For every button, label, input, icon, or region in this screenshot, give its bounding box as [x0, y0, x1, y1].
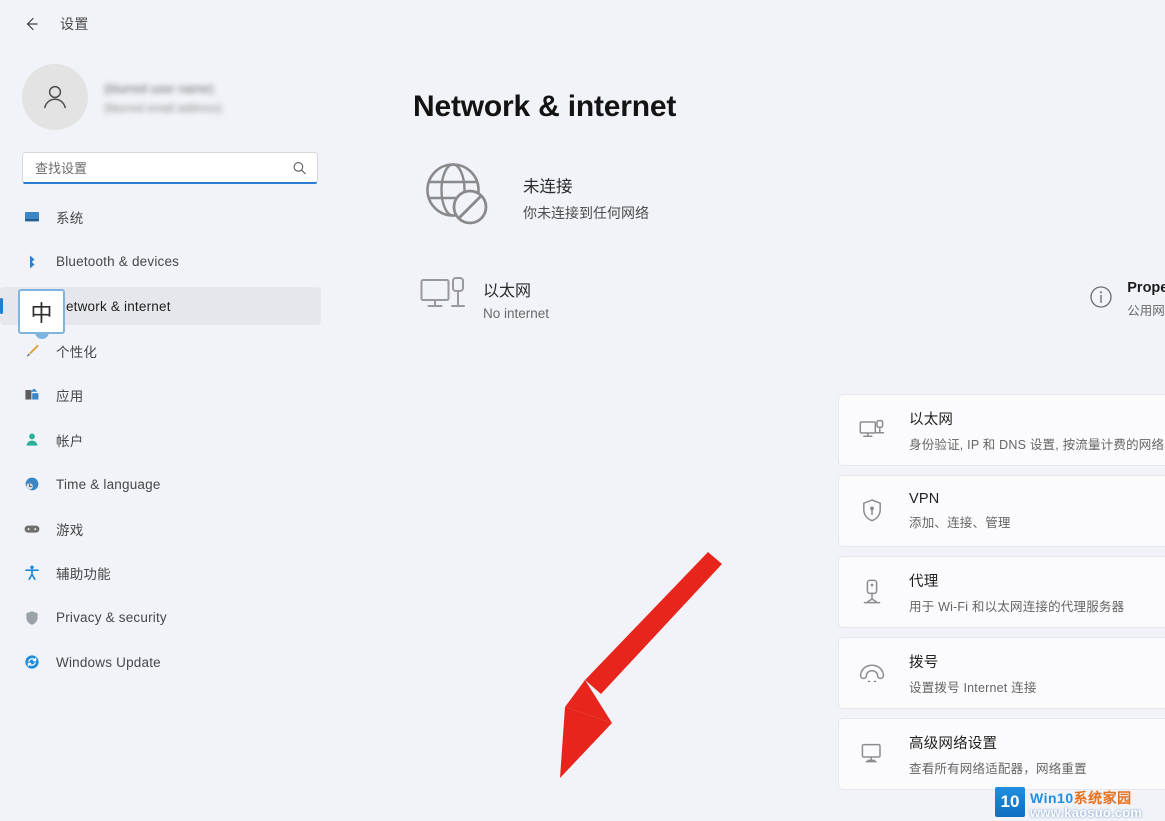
watermark-text: Win10系统家园 www.kaosuo.com: [1030, 785, 1142, 820]
vpn-shield-icon: [857, 498, 887, 524]
account-email: (blurred email address): [104, 102, 223, 115]
ethernet-summary-row[interactable]: 以太网 No internet Properties 公用网络: [419, 263, 1165, 335]
card-proxy[interactable]: 代理 用于 Wi-Fi 和以太网连接的代理服务器: [838, 556, 1165, 628]
card-ethernet[interactable]: 以太网 身份验证, IP 和 DNS 设置, 按流量计费的网络: [838, 394, 1165, 466]
card-subtitle: 用于 Wi-Fi 和以太网连接的代理服务器: [909, 599, 1125, 614]
sidebar-nav: 系统 Bluetooth & devices Network & interne…: [0, 198, 345, 681]
sidebar-item-label: 应用: [56, 389, 84, 404]
card-title: 代理: [909, 573, 939, 590]
system-monitor-icon: [22, 207, 42, 227]
sidebar-item-time-language[interactable]: Time & language: [0, 465, 321, 503]
account-text: (blurred user name) (blurred email addre…: [104, 80, 222, 115]
properties-text: Properties 公用网络: [1127, 280, 1165, 319]
search-glyph: [293, 162, 306, 175]
card-subtitle: 查看所有网络适配器，网络重置: [909, 761, 1087, 776]
dialup-phone-icon: [857, 662, 887, 684]
sidebar-item-windows-update[interactable]: Windows Update: [0, 643, 321, 681]
personalization-brush-icon: [22, 341, 42, 361]
card-subtitle: 身份验证, IP 和 DNS 设置, 按流量计费的网络: [909, 437, 1165, 452]
connection-status: 未连接 你未连接到任何网络: [419, 156, 1165, 239]
sidebar-item-gaming[interactable]: 游戏: [0, 510, 321, 548]
app-title: 设置: [60, 16, 89, 32]
back-button[interactable]: [16, 9, 46, 39]
ethernet-summary-title: 以太网: [483, 283, 532, 300]
card-title: 高级网络设置: [909, 735, 998, 752]
card-subtitle: 设置拨号 Internet 连接: [909, 680, 1037, 695]
sidebar: (blurred user name) (blurred email addre…: [0, 48, 345, 821]
card-text: 代理 用于 Wi-Fi 和以太网连接的代理服务器: [909, 570, 1124, 615]
sidebar-item-accounts[interactable]: 帐户: [0, 421, 321, 459]
sidebar-item-label: 系统: [56, 211, 84, 226]
card-advanced-network-settings[interactable]: 高级网络设置 查看所有网络适配器，网络重置: [838, 718, 1165, 790]
card-text: VPN 添加、连接、管理: [909, 491, 1011, 531]
sidebar-item-label: Time & language: [56, 476, 161, 492]
back-arrow-icon: [26, 17, 38, 31]
card-text: 高级网络设置 查看所有网络适配器，网络重置: [909, 732, 1087, 777]
card-vpn[interactable]: VPN 添加、连接、管理: [838, 475, 1165, 547]
account-header[interactable]: (blurred user name) (blurred email addre…: [0, 54, 345, 134]
network-type-label: 公用网络: [1127, 303, 1165, 318]
ethernet-monitor-icon: [857, 418, 887, 442]
windows-update-refresh-icon: [22, 652, 42, 672]
info-circle-icon: [1089, 285, 1113, 314]
watermark-logo: 10: [995, 787, 1025, 817]
page-title: Network & internet: [413, 90, 677, 123]
avatar: [22, 64, 88, 130]
search-box[interactable]: [22, 152, 318, 184]
card-title: 以太网: [909, 411, 954, 428]
card-title: VPN: [909, 491, 940, 507]
advanced-network-monitor-icon: [857, 742, 887, 766]
settings-window: 设置 (blurred user name) (blurred email ad…: [0, 0, 1165, 821]
sidebar-item-label: Windows Update: [56, 654, 161, 670]
sidebar-item-privacy-security[interactable]: Privacy & security: [0, 599, 321, 637]
search-icon[interactable]: [292, 161, 307, 176]
selection-indicator: [0, 298, 3, 314]
sidebar-item-label: 个性化: [56, 344, 98, 360]
sidebar-item-personalization[interactable]: 个性化: [0, 332, 321, 370]
sidebar-item-system[interactable]: 系统: [0, 198, 321, 236]
settings-card-list: 以太网 身份验证, IP 和 DNS 设置, 按流量计费的网络 VPN 添加、连…: [838, 394, 1165, 799]
sidebar-item-label: 游戏: [56, 522, 84, 538]
card-dialup[interactable]: 拨号 设置拨号 Internet 连接: [838, 637, 1165, 709]
proxy-server-icon: [857, 578, 887, 606]
accessibility-person-icon: [22, 563, 42, 583]
ethernet-summary-subtitle: No internet: [483, 306, 550, 321]
main-content: Network & internet 未连接 你未连接到任何网络 以太网 No …: [345, 48, 1165, 821]
sidebar-item-label: 辅助功能: [56, 567, 111, 582]
sidebar-item-label: Network & internet: [56, 298, 171, 314]
ethernet-summary-text: 以太网 No internet: [483, 277, 1089, 321]
sidebar-item-accessibility[interactable]: 辅助功能: [0, 554, 321, 592]
accounts-person-icon: [22, 430, 42, 450]
watermark-brand-name: 系统家园: [1073, 790, 1132, 806]
connection-status-text: 未连接 你未连接到任何网络: [523, 173, 649, 223]
properties-label: Properties: [1127, 279, 1165, 296]
watermark-url: www.kaosuo.com: [1030, 805, 1143, 820]
account-name: (blurred user name): [104, 81, 214, 96]
bluetooth-devices-icon: [22, 252, 42, 272]
apps-icon: [22, 385, 42, 405]
watermark-brand-win: Win10: [1030, 790, 1074, 806]
person-avatar-icon: [44, 85, 66, 109]
time-language-clock-icon: [22, 474, 42, 494]
connection-status-subtitle: 你未连接到任何网络: [523, 204, 649, 221]
gaming-controller-icon: [22, 519, 42, 539]
card-title: 拨号: [909, 654, 939, 671]
site-watermark: 10 Win10系统家园 www.kaosuo.com: [995, 785, 1165, 821]
ethernet-monitor-icon: [419, 275, 483, 324]
sidebar-item-apps[interactable]: 应用: [0, 376, 321, 414]
title-bar: 设置: [0, 0, 1165, 48]
card-text: 拨号 设置拨号 Internet 连接: [909, 651, 1037, 696]
search-input[interactable]: [23, 153, 317, 183]
globe-blocked-icon: [419, 156, 497, 239]
card-subtitle: 添加、连接、管理: [909, 516, 1011, 530]
ime-mode-indicator[interactable]: 中: [18, 289, 65, 334]
sidebar-item-label: Privacy & security: [56, 610, 167, 625]
ethernet-properties[interactable]: Properties 公用网络: [1089, 280, 1165, 319]
sidebar-item-label: 帐户: [56, 433, 84, 449]
sidebar-item-bluetooth[interactable]: Bluetooth & devices: [0, 243, 321, 281]
card-text: 以太网 身份验证, IP 和 DNS 设置, 按流量计费的网络: [909, 408, 1164, 453]
connection-status-title: 未连接: [523, 177, 573, 196]
privacy-shield-icon: [22, 608, 42, 628]
sidebar-item-label: Bluetooth & devices: [56, 254, 180, 269]
